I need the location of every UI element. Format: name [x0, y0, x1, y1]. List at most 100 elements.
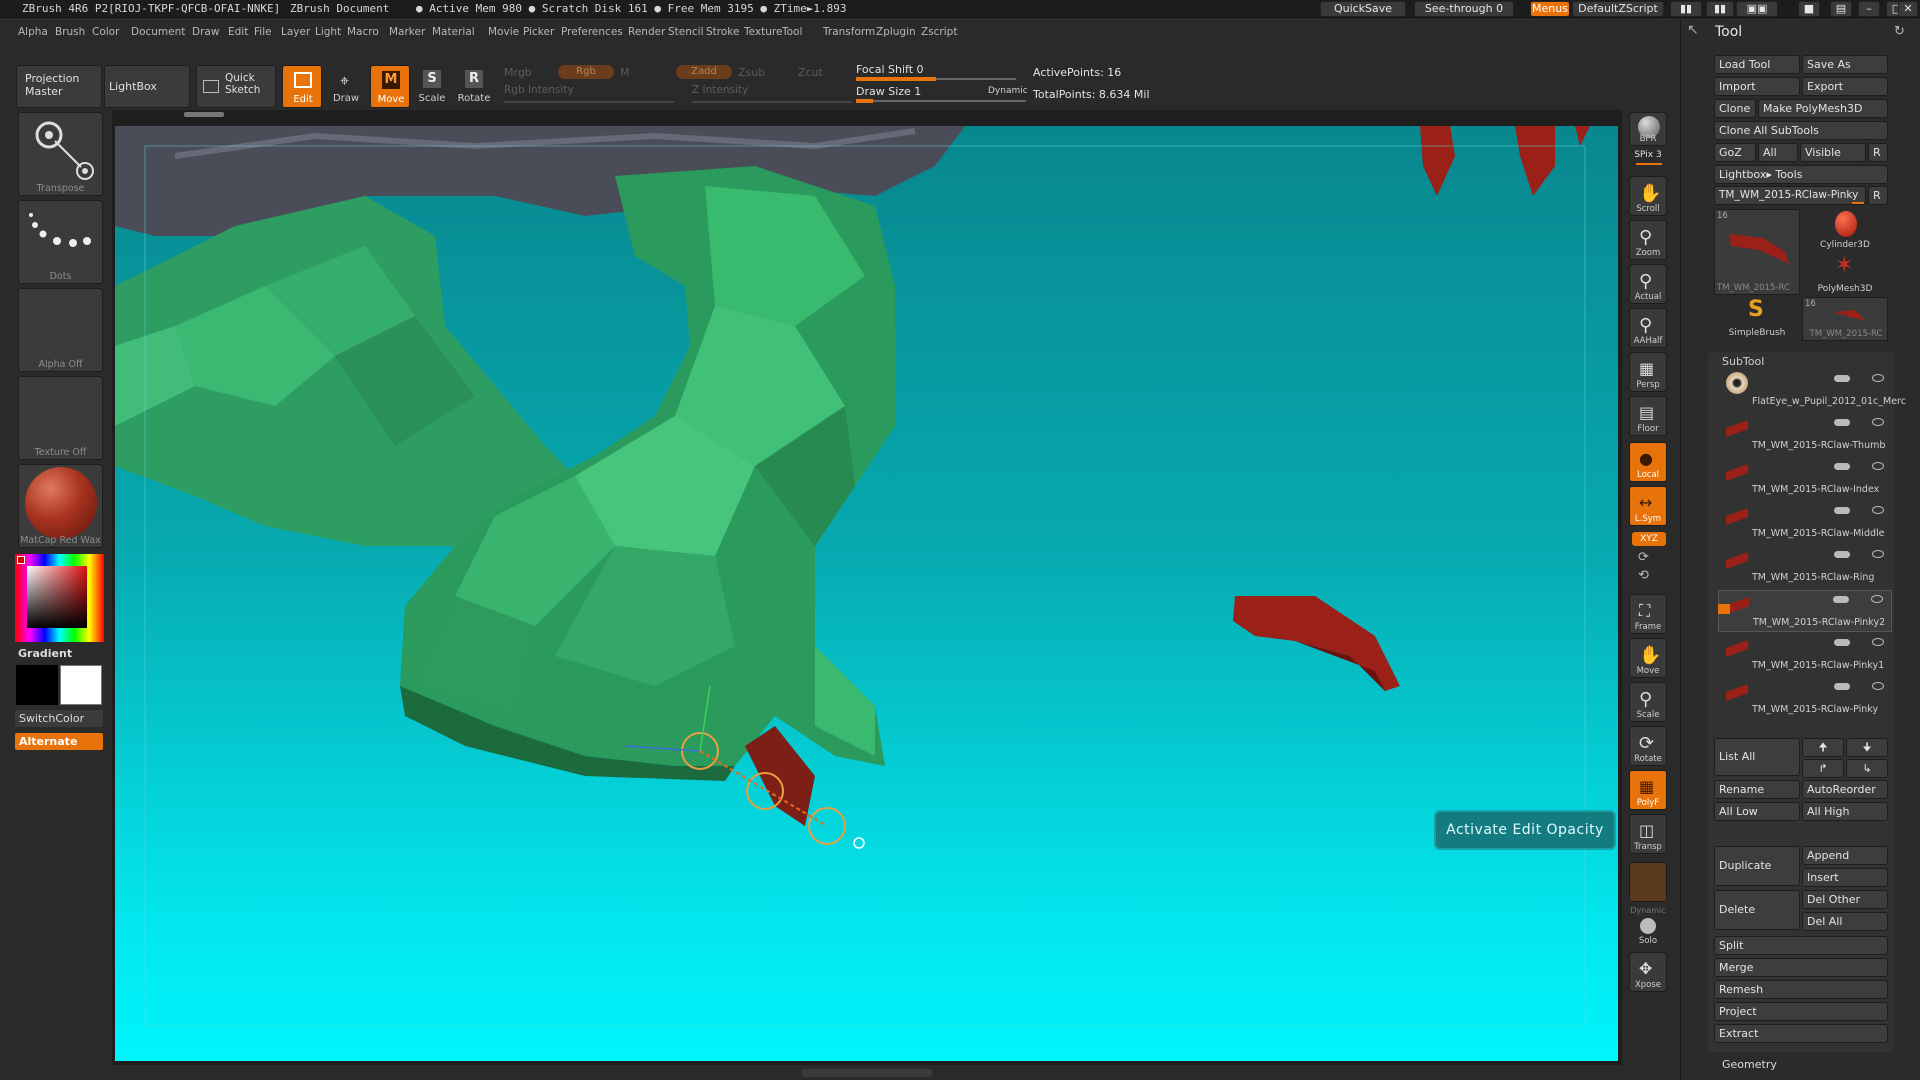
- subtool-item[interactable]: TM_WM_2015-RClaw-Ring: [1718, 546, 1892, 588]
- menu-picker[interactable]: Picker: [523, 26, 554, 38]
- dynamic-toggle[interactable]: Dynamic: [988, 86, 1028, 96]
- transp-button[interactable]: ◫ Transp: [1629, 814, 1667, 854]
- menu-draw[interactable]: Draw: [192, 26, 219, 38]
- merge-section[interactable]: Merge: [1714, 958, 1888, 977]
- menu-material[interactable]: Material: [432, 26, 475, 38]
- floor-button[interactable]: ▤ Floor: [1629, 396, 1667, 436]
- eye-icon[interactable]: [1872, 682, 1884, 690]
- aahalf-button[interactable]: ⚲ AAHalf: [1629, 308, 1667, 348]
- move-button[interactable]: M Move: [370, 65, 410, 108]
- duplicate-button[interactable]: Duplicate: [1714, 846, 1800, 886]
- menu-edit[interactable]: Edit: [228, 26, 248, 38]
- stroke-dots-button[interactable]: Dots: [18, 200, 103, 284]
- lightbox-button[interactable]: LightBox: [104, 65, 190, 108]
- z-intensity-track[interactable]: [692, 101, 852, 103]
- edit-button[interactable]: Edit: [282, 65, 322, 108]
- list-all-button[interactable]: List All: [1714, 738, 1800, 776]
- import-button[interactable]: Import: [1714, 77, 1800, 96]
- 3d-viewport[interactable]: [115, 126, 1618, 1061]
- rgb-toggle[interactable]: Rgb: [558, 65, 614, 79]
- subtool-item[interactable]: TM_WM_2015-RClaw-Pinky1: [1718, 634, 1892, 676]
- rgb-intensity-slider[interactable]: Rgb Intensity: [504, 84, 574, 96]
- subtool-toggle[interactable]: [1834, 507, 1850, 514]
- move-view-button[interactable]: ✋ Move: [1629, 638, 1667, 678]
- canvas-scroll-handle[interactable]: [184, 112, 224, 117]
- frame-button[interactable]: ⛶ Frame: [1629, 594, 1667, 634]
- local-button[interactable]: ● Local: [1629, 442, 1667, 482]
- split-section[interactable]: Split: [1714, 936, 1888, 955]
- autoreorder-button[interactable]: AutoReorder: [1802, 780, 1888, 799]
- goz-all-button[interactable]: All: [1758, 143, 1798, 162]
- clone-all-subtools-button[interactable]: Clone All SubTools: [1714, 121, 1888, 140]
- zsub-toggle[interactable]: Zsub: [738, 66, 765, 79]
- lightbox-tools-button[interactable]: Lightbox▸ Tools: [1714, 165, 1888, 184]
- lsym-button[interactable]: ↔ L.Sym: [1629, 486, 1667, 526]
- current-tool-r-button[interactable]: R: [1868, 186, 1888, 205]
- secondary-color-swatch[interactable]: [60, 665, 102, 705]
- bottom-tray-handle[interactable]: [802, 1069, 932, 1077]
- menu-render[interactable]: Render: [628, 26, 665, 38]
- scale-view-button[interactable]: ⚲ Scale: [1629, 682, 1667, 722]
- menu-layer[interactable]: Layer: [281, 26, 310, 38]
- tool-thumb-cylinder[interactable]: Cylinder3D: [1802, 209, 1888, 253]
- zcut-toggle[interactable]: Zcut: [798, 66, 823, 79]
- export-button[interactable]: Export: [1802, 77, 1888, 96]
- rgb-intensity-track[interactable]: [504, 101, 674, 103]
- tool-thumb-current[interactable]: 16 TM_WM_2015-RC: [1714, 209, 1800, 295]
- layout-icon[interactable]: ▤: [1830, 1, 1852, 17]
- all-high-button[interactable]: All High: [1802, 802, 1888, 821]
- subtool-toggle[interactable]: [1834, 639, 1850, 646]
- tool-thumb-simplebrush[interactable]: S SimpleBrush: [1714, 297, 1800, 341]
- subtool-item[interactable]: TM_WM_2015-RClaw-Middle: [1718, 502, 1892, 544]
- eye-icon[interactable]: [1872, 550, 1884, 558]
- spix-slider[interactable]: SPix 3: [1626, 150, 1670, 160]
- subtool-toggle[interactable]: [1834, 463, 1850, 470]
- menu-color[interactable]: Color: [92, 26, 119, 38]
- default-zscript-button[interactable]: DefaultZScript: [1572, 1, 1664, 17]
- bpr-button[interactable]: BPR: [1629, 112, 1667, 146]
- menu-zscript[interactable]: Zscript: [921, 26, 957, 38]
- menu-movie[interactable]: Movie: [488, 26, 519, 38]
- menu-brush[interactable]: Brush: [55, 26, 85, 38]
- menu-alpha[interactable]: Alpha: [18, 26, 48, 38]
- del-all-button[interactable]: Del All: [1802, 912, 1888, 931]
- menu-tool[interactable]: Tool: [782, 26, 802, 38]
- zoom-button[interactable]: ⚲ Zoom: [1629, 220, 1667, 260]
- eye-icon[interactable]: [1872, 506, 1884, 514]
- make-polymesh-button[interactable]: Make PolyMesh3D: [1758, 99, 1888, 118]
- clone-button[interactable]: Clone: [1714, 99, 1756, 118]
- menu-preferences[interactable]: Preferences: [561, 26, 623, 38]
- xpose-button[interactable]: ✥ Xpose: [1629, 952, 1667, 992]
- palette-pin-icon[interactable]: ↖: [1687, 22, 1699, 38]
- move-down-button[interactable]: 🠋: [1846, 738, 1888, 757]
- layout-icon[interactable]: ▮▮: [1706, 1, 1734, 17]
- subtool-toggle[interactable]: [1833, 596, 1849, 603]
- z-intensity-slider[interactable]: Z Intensity: [692, 84, 748, 96]
- mrgb-toggle[interactable]: Mrgb: [504, 66, 532, 79]
- load-tool-button[interactable]: Load Tool: [1714, 55, 1800, 74]
- lock-icon[interactable]: ■: [1798, 1, 1820, 17]
- project-section[interactable]: Project: [1714, 1002, 1888, 1021]
- menu-stencil[interactable]: Stencil: [668, 26, 704, 38]
- alternate-button[interactable]: Alternate: [15, 733, 103, 750]
- tool-thumb-claw[interactable]: 16 TM_WM_2015-RC: [1802, 297, 1888, 341]
- rotate-y-icon[interactable]: ⟳: [1638, 550, 1649, 565]
- color-picker-handle[interactable]: [17, 556, 25, 564]
- quicksave-button[interactable]: QuickSave: [1320, 1, 1406, 17]
- eye-icon[interactable]: [1872, 418, 1884, 426]
- subtool-item[interactable]: TM_WM_2015-RClaw-Pinky: [1718, 678, 1892, 720]
- alpha-button[interactable]: Alpha Off: [18, 288, 103, 372]
- tool-palette-title[interactable]: Tool: [1715, 24, 1742, 40]
- layout-icon[interactable]: ▮▮: [1670, 1, 1702, 17]
- eye-icon[interactable]: [1872, 638, 1884, 646]
- menu-document[interactable]: Document: [131, 26, 185, 38]
- draw-button[interactable]: ⌖ Draw: [326, 65, 366, 108]
- goz-visible-button[interactable]: Visible: [1800, 143, 1866, 162]
- geometry-section[interactable]: Geometry: [1722, 1058, 1777, 1071]
- material-button[interactable]: MatCap Red Wax: [18, 464, 103, 548]
- rotate-z-icon[interactable]: ⟲: [1638, 568, 1649, 583]
- remesh-section[interactable]: Remesh: [1714, 980, 1888, 999]
- extract-section[interactable]: Extract: [1714, 1024, 1888, 1043]
- eye-icon[interactable]: [1872, 374, 1884, 382]
- move-up-group-button[interactable]: ↱: [1802, 759, 1844, 778]
